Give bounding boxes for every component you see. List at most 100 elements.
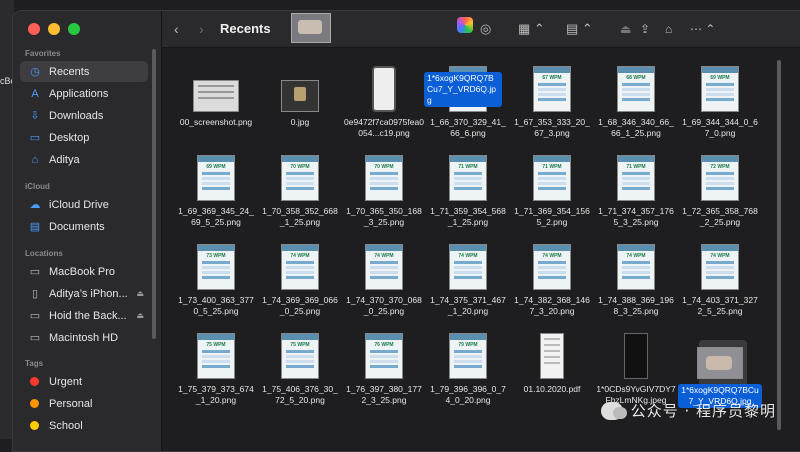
sidebar-item-label: Downloads xyxy=(49,109,104,122)
file-item[interactable]: 73 WPM 1_73_400_363_3770_5_25.png xyxy=(174,244,258,317)
file-item[interactable]: 00_screenshot.png xyxy=(174,66,258,128)
wpm-value: 74 WPM xyxy=(710,253,730,259)
file-name: 0.jpg xyxy=(290,117,310,127)
airdrop-icon[interactable]: ◎ xyxy=(480,20,491,38)
file-name: 1_76_397_380_1772_3_25.png xyxy=(346,384,422,405)
sidebar-item-2-2[interactable]: ▭ Hoid the Back... ⏏ xyxy=(20,305,148,326)
wpm-value: 69 WPM xyxy=(206,164,226,170)
zoom-button[interactable] xyxy=(68,23,80,35)
sidebar-item-3-0[interactable]: Urgent xyxy=(20,371,148,392)
view-grid-button[interactable]: ▦ ⌃ xyxy=(518,20,545,38)
eject-icon[interactable]: ⏏ xyxy=(136,289,144,298)
file-item[interactable]: 0e9472f7ca0975fea0054...c19.png xyxy=(342,66,426,139)
file-item[interactable]: 74 WPM 1_74_388_369_1968_3_25.png xyxy=(594,244,678,317)
file-item[interactable]: 69 WPM 1_69_369_345_24_69_5_25.png xyxy=(174,155,258,228)
file-thumbnail: 74 WPM xyxy=(258,244,342,290)
close-button[interactable] xyxy=(28,23,40,35)
finder-window: Favorites ◷ Recents A Applications ⇩ Downloads… xyxy=(12,10,800,452)
file-name: 1_67_353_333_20_67_3.png xyxy=(514,117,590,138)
file-item[interactable]: 1*0CDs9YvGIV7DY7FbzLmNKg.jpeg xyxy=(594,333,678,406)
back-icon: ‹ xyxy=(174,21,179,37)
file-item[interactable]: 0.jpg xyxy=(258,66,342,128)
sidebar-item-2-3[interactable]: ▭ Macintosh HD xyxy=(20,327,148,348)
file-item[interactable]: 70 WPM 1_70_358_352_668_1_25.png xyxy=(258,155,342,228)
file-item[interactable]: 69 WPM 1_69_344_344_0_67_0.png xyxy=(678,66,762,139)
file-name: 1_71_359_354_568_1_25.png xyxy=(430,206,506,227)
sidebar-item-0-3[interactable]: ▭ Desktop xyxy=(20,127,148,148)
wpm-value: 75 WPM xyxy=(206,342,226,348)
forward-button[interactable]: › xyxy=(199,20,204,38)
sidebar-item-label: Macintosh HD xyxy=(49,331,119,344)
sidebar-item-3-2[interactable]: School xyxy=(20,415,148,436)
sidebar-item-0-1[interactable]: A Applications xyxy=(20,83,148,104)
eject-toolbar-icon[interactable]: ⏏ xyxy=(620,20,631,38)
tag-color-dot xyxy=(30,399,39,408)
file-thumbnail: 74 WPM xyxy=(426,244,510,290)
sidebar-item-0-0[interactable]: ◷ Recents xyxy=(20,61,148,82)
content-scrollbar[interactable] xyxy=(777,60,781,430)
file-name: 1_68_346_340_66_66_1_25.png xyxy=(598,117,674,138)
tag-button[interactable]: ⌂ xyxy=(665,20,672,38)
file-thumbnail xyxy=(258,66,342,112)
file-thumbnail: 71 WPM xyxy=(594,155,678,201)
minimize-button[interactable] xyxy=(48,23,60,35)
group-button[interactable]: ▤ ⌃ xyxy=(566,20,593,38)
file-item[interactable]: 67 WPM 1_67_353_333_20_67_3.png xyxy=(510,66,594,139)
sidebar-item-label: Documents xyxy=(49,220,105,233)
file-name: 00_screenshot.png xyxy=(179,117,253,127)
wpm-value: 68 WPM xyxy=(626,75,646,81)
sidebar-item-label: Desktop xyxy=(49,131,90,144)
wpm-value: 67 WPM xyxy=(542,75,562,81)
file-name: 1_74_388_369_1968_3_25.png xyxy=(598,295,674,316)
file-item[interactable]: 74 WPM 1_74_375_371_467_1_20.png xyxy=(426,244,510,317)
file-item[interactable]: 74 WPM 1_74_370_370_068_0_25.png xyxy=(342,244,426,317)
file-item[interactable]: 1*6xogK9QRQ7BCu7_Y_VRD6Q.jpg xyxy=(678,333,762,409)
file-item[interactable]: 75 WPM 1_75_379_373_674_1_20.png xyxy=(174,333,258,406)
file-item[interactable]: 74 WPM 1_74_382_368_1467_3_20.png xyxy=(510,244,594,317)
file-thumbnail: 70 WPM xyxy=(342,155,426,201)
file-item[interactable]: 76 WPM 1_76_397_380_1772_3_25.png xyxy=(342,333,426,406)
sidebar-item-0-2[interactable]: ⇩ Downloads xyxy=(20,105,148,126)
dragged-file-thumbnail[interactable] xyxy=(291,13,331,43)
file-item[interactable]: 79 WPM 1_79_396_396_0_74_0_20.png xyxy=(426,333,510,406)
sidebar-item-3-1[interactable]: Personal xyxy=(20,393,148,414)
sidebar-item-1-1[interactable]: ▤ Documents xyxy=(20,216,148,237)
sidebar-item-0-4[interactable]: ⌂ Aditya xyxy=(20,149,148,170)
back-button[interactable]: ‹ xyxy=(174,20,179,38)
more-actions-button[interactable]: ⋯ ⌃ xyxy=(690,20,715,38)
sidebar-section-3: Tags xyxy=(25,359,44,368)
file-thumbnail: 74 WPM xyxy=(342,244,426,290)
file-item[interactable]: 71 WPM 1_71_359_354_568_1_25.png xyxy=(426,155,510,228)
file-thumbnail: 75 WPM xyxy=(174,333,258,379)
file-thumbnail: 68 WPM xyxy=(594,66,678,112)
file-item[interactable]: 01.10.2020.pdf xyxy=(510,333,594,395)
wpm-value: 76 WPM xyxy=(374,342,394,348)
share-button[interactable]: ⇪ xyxy=(640,20,650,38)
file-thumbnail xyxy=(342,66,426,112)
file-item[interactable]: 74 WPM 1_74_369_369_066_0_25.png xyxy=(258,244,342,317)
file-item[interactable]: 72 WPM 1_72_365_358_768_2_25.png xyxy=(678,155,762,228)
file-item[interactable]: 74 WPM 1_74_403_371_3272_5_25.png xyxy=(678,244,762,317)
file-item[interactable]: 68 WPM 1_68_346_340_66_66_1_25.png xyxy=(594,66,678,139)
sidebar-section-0: Favorites xyxy=(25,49,61,58)
file-thumbnail: 67 WPM xyxy=(510,66,594,112)
photos-app-icon xyxy=(457,17,473,33)
file-item[interactable]: 71 WPM 1_71_374_357_1765_3_25.png xyxy=(594,155,678,228)
file-thumbnail xyxy=(174,66,258,112)
sidebar-scrollbar[interactable] xyxy=(152,49,156,339)
sidebar-item-label: Applications xyxy=(49,87,109,100)
sidebar-item-2-1[interactable]: ▯ Aditya’s iPhon... ⏏ xyxy=(20,283,148,304)
sidebar-item-label: Personal xyxy=(49,397,93,410)
sidebar-item-2-0[interactable]: ▭ MacBook Pro xyxy=(20,261,148,282)
file-item[interactable]: 70 WPM 1_70_365_350_168_3_25.png xyxy=(342,155,426,228)
eject-icon[interactable]: ⏏ xyxy=(136,311,144,320)
file-item[interactable]: 71 WPM 1_71_369_354_1565_2.png xyxy=(510,155,594,228)
file-name: 1_73_400_363_3770_5_25.png xyxy=(178,295,254,316)
file-thumbnail xyxy=(594,333,678,379)
sidebar-item-1-0[interactable]: ☁ iCloud Drive xyxy=(20,194,148,215)
file-thumbnail: 79 WPM xyxy=(426,333,510,379)
file-name: 1_69_369_345_24_69_5_25.png xyxy=(178,206,254,227)
file-thumbnail: 70 WPM xyxy=(258,155,342,201)
file-item[interactable]: 75 WPM 1_75_406_376_30_72_5_20.png xyxy=(258,333,342,406)
sidebar-item-label: Aditya xyxy=(49,153,80,166)
